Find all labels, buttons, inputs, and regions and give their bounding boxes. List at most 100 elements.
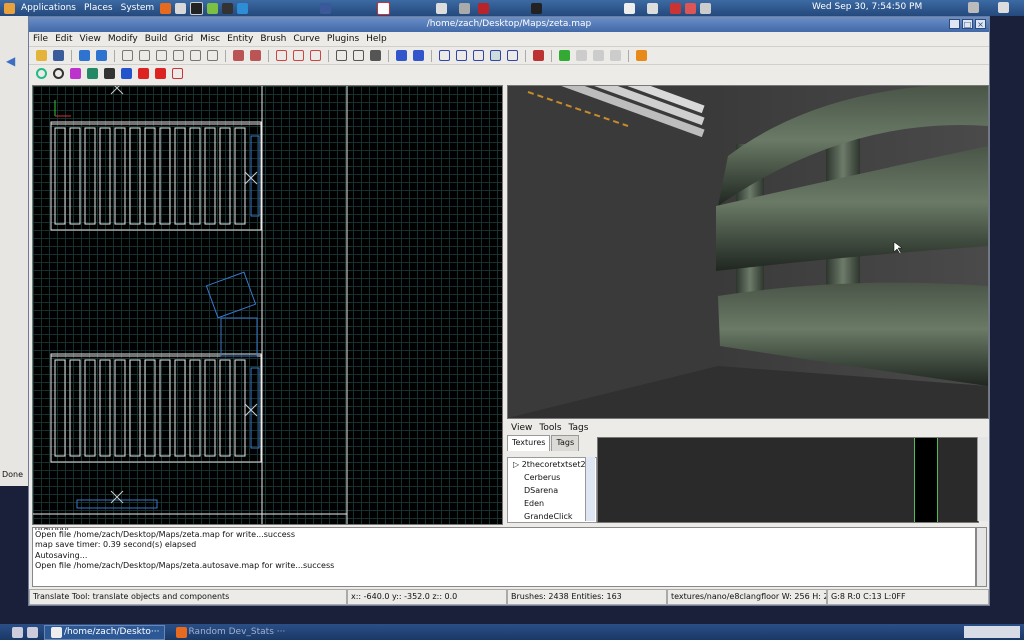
minimize-button[interactable]: _: [949, 19, 960, 29]
texture-lock-icon[interactable]: [353, 50, 364, 61]
people-icon[interactable]: [700, 2, 712, 14]
menu-help[interactable]: Help: [366, 34, 387, 44]
back-arrow-icon[interactable]: ◀: [6, 54, 15, 68]
menu-build[interactable]: Build: [145, 34, 168, 44]
workspace-switcher[interactable]: [964, 626, 1020, 638]
gnome-foot-icon[interactable]: [4, 2, 15, 14]
translate-tool-icon[interactable]: [396, 50, 407, 61]
move-icon[interactable]: [439, 50, 450, 61]
task-firefox[interactable]: Random Dev_Stats ···: [169, 625, 291, 640]
brush-icon[interactable]: [104, 68, 115, 79]
gmail-icon[interactable]: [377, 1, 391, 15]
close-button[interactable]: ×: [975, 19, 986, 29]
rotated-brush[interactable]: [205, 271, 257, 319]
texture-preview-area[interactable]: [597, 437, 979, 523]
workspace-icon[interactable]: [27, 626, 38, 638]
plugin-icon[interactable]: [636, 50, 647, 61]
menu-edit[interactable]: Edit: [55, 34, 72, 44]
menu-plugins[interactable]: Plugins: [327, 34, 359, 44]
panel-clock[interactable]: Wed Sep 30, 7:54:50 PM: [812, 2, 922, 12]
printer-icon[interactable]: [436, 2, 448, 14]
flip-y-icon[interactable]: [156, 50, 167, 61]
flip-h-icon[interactable]: [138, 68, 149, 79]
console-log[interactable]: dragTool Open file /home/zach/Desktop/Ma…: [32, 527, 976, 587]
refresh-icon[interactable]: [36, 68, 47, 79]
texture-list-scrollbar[interactable]: [585, 457, 595, 521]
menu-curve[interactable]: Curve: [293, 34, 320, 44]
filezilla-icon[interactable]: [478, 2, 490, 14]
select-complete-icon[interactable]: [233, 50, 244, 61]
list-item[interactable]: GrandeClick: [508, 510, 596, 519]
texture-directory-list[interactable]: ▷ 2thecoretxtset2 Cerberus DSarena Eden …: [507, 457, 597, 523]
hollow-icon[interactable]: [310, 50, 321, 61]
no-entry-icon[interactable]: [172, 68, 183, 79]
bug-icon[interactable]: [222, 2, 234, 14]
undo-icon[interactable]: [79, 50, 90, 61]
messenger-icon[interactable]: [670, 2, 682, 14]
tb-menu-view[interactable]: View: [511, 423, 532, 433]
menu-view[interactable]: View: [80, 34, 101, 44]
camera-view-icon[interactable]: [370, 50, 381, 61]
game-icon[interactable]: [207, 2, 219, 14]
tb-menu-tools[interactable]: Tools: [539, 423, 561, 433]
tab-tags[interactable]: Tags: [551, 435, 580, 451]
mail-notify-icon[interactable]: [685, 2, 697, 14]
redo-icon[interactable]: [96, 50, 107, 61]
panel-menu-places[interactable]: Places: [80, 3, 117, 13]
select-touching-icon[interactable]: [250, 50, 261, 61]
clipper-tool-icon[interactable]: [507, 50, 518, 61]
flip-z-icon[interactable]: [190, 50, 201, 61]
menu-misc[interactable]: Misc: [200, 34, 220, 44]
clipper-icon[interactable]: [336, 50, 347, 61]
rotate-y-icon[interactable]: [173, 50, 184, 61]
texture-icon[interactable]: [70, 68, 81, 79]
network-icon[interactable]: [968, 2, 979, 13]
show-desktop-icon[interactable]: [12, 626, 23, 638]
csg-subtract-icon[interactable]: [276, 50, 287, 61]
down-arrow-icon[interactable]: [121, 68, 132, 79]
change-views-icon[interactable]: [413, 50, 424, 61]
tab-textures[interactable]: Textures: [507, 435, 551, 451]
tb-menu-tags[interactable]: Tags: [569, 423, 589, 433]
tree-icon[interactable]: [87, 68, 98, 79]
maximize-button[interactable]: □: [962, 19, 973, 29]
mail-icon[interactable]: [175, 2, 187, 14]
flip-x-icon[interactable]: [122, 50, 133, 61]
list-item[interactable]: Cerberus: [508, 471, 596, 484]
panel-menu-system[interactable]: System: [117, 3, 159, 13]
facebook-icon[interactable]: [320, 2, 332, 14]
selection-box[interactable]: [76, 499, 158, 509]
spider-icon[interactable]: [531, 2, 543, 14]
flip-v-icon[interactable]: [155, 68, 166, 79]
patch-tool-icon[interactable]: [533, 50, 544, 61]
camera-3d-view[interactable]: [507, 85, 989, 419]
arrow-icon[interactable]: [624, 2, 636, 14]
terminal-icon[interactable]: [190, 1, 204, 15]
xy-grid-view[interactable]: [32, 85, 503, 525]
menu-grid[interactable]: Grid: [174, 34, 193, 44]
skype-icon[interactable]: [237, 2, 249, 14]
csg-merge-icon[interactable]: [293, 50, 304, 61]
rotate-x-icon[interactable]: [139, 50, 150, 61]
cycle-icon[interactable]: [53, 68, 64, 79]
console-scrollbar[interactable]: [976, 527, 987, 587]
texture-preview-scrollbar[interactable]: [977, 437, 988, 521]
menu-file[interactable]: File: [33, 34, 48, 44]
firefox-icon[interactable]: [160, 2, 172, 14]
selection-box[interactable]: [250, 367, 260, 449]
list-item[interactable]: DSarena: [508, 484, 596, 497]
menu-modify[interactable]: Modify: [108, 34, 138, 44]
menu-brush[interactable]: Brush: [260, 34, 286, 44]
open-icon[interactable]: [36, 50, 47, 61]
entity-icon[interactable]: [559, 50, 570, 61]
list-item[interactable]: Eden: [508, 497, 596, 510]
selection-box[interactable]: [250, 135, 260, 217]
scale-icon[interactable]: [473, 50, 484, 61]
printer2-icon[interactable]: [647, 2, 659, 14]
task-radiant[interactable]: /home/zach/Deskto···: [44, 624, 165, 640]
save-icon[interactable]: [53, 50, 64, 61]
disk-icon[interactable]: [459, 2, 471, 14]
brush-outline[interactable]: [220, 317, 258, 357]
drag-tool-icon[interactable]: [490, 50, 501, 61]
window-titlebar[interactable]: /home/zach/Desktop/Maps/zeta.map _ □ ×: [29, 17, 989, 32]
